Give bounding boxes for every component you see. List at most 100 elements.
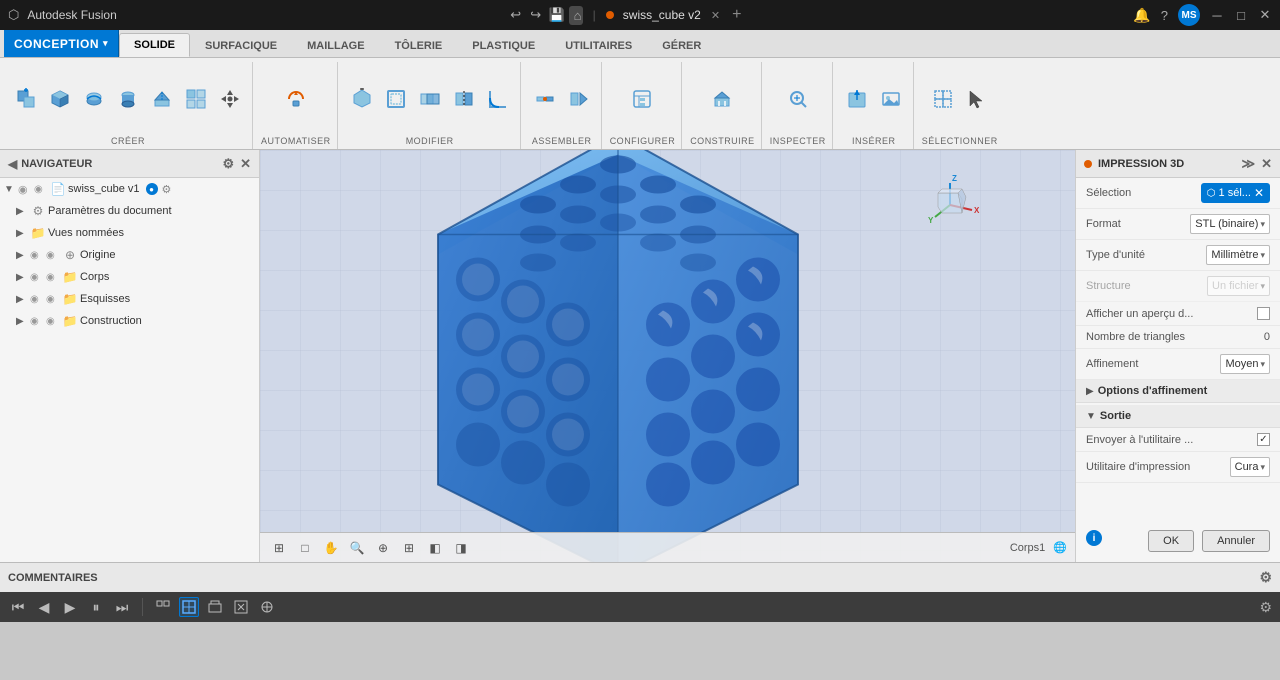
anim-play-btn[interactable]: ▶ [60, 599, 80, 616]
anim-prev-btn[interactable]: ◀ [34, 599, 54, 616]
view-btn-4[interactable] [231, 597, 251, 617]
redo-btn[interactable]: ↪ [529, 7, 543, 23]
combine-btn[interactable] [414, 83, 446, 115]
anim-last-btn[interactable]: ⏭ [112, 599, 132, 616]
viewport[interactable]: Z Y X [260, 150, 1075, 562]
analysis-btn[interactable]: ◨ [450, 537, 472, 559]
root-settings-icon[interactable]: ⚙ [162, 183, 172, 196]
tree-item-views[interactable]: ▶ 📁 Vues nommées [0, 222, 259, 244]
minimize-btn[interactable]: ─ [1210, 8, 1224, 23]
shell-btn[interactable] [380, 83, 412, 115]
save-btn[interactable]: 💾 [549, 7, 563, 23]
options-section-header[interactable]: ▶ Options d'affinement [1076, 380, 1280, 403]
view-btn-5[interactable] [257, 597, 277, 617]
config-btn[interactable] [626, 83, 658, 115]
orbit-btn[interactable]: ✋ [320, 537, 342, 559]
tree-item-origin[interactable]: ▶ ◉ ◉ ⊕ Origine [0, 244, 259, 266]
eye2-icon-construction[interactable]: ◉ [46, 316, 60, 327]
cylinder-btn[interactable] [112, 83, 144, 115]
gizmo[interactable]: Z Y X [915, 170, 985, 240]
revolve-btn[interactable] [78, 83, 110, 115]
undo-btn[interactable]: ↩ [509, 7, 523, 23]
tab-close-btn[interactable]: ✕ [711, 9, 720, 22]
eye2-icon-origin[interactable]: ◉ [46, 250, 60, 261]
tree-item-corps[interactable]: ▶ ◉ ◉ 📁 Corps [0, 266, 259, 288]
zoom-extent-btn[interactable]: ⊕ [372, 537, 394, 559]
view-btn-3[interactable] [205, 597, 225, 617]
split-btn[interactable] [448, 83, 480, 115]
eye-icon-esquisses[interactable]: ◉ [30, 294, 44, 305]
ok-button[interactable]: OK [1148, 530, 1194, 552]
select-btn[interactable] [927, 83, 959, 115]
eye-icon-corps[interactable]: ◉ [30, 272, 44, 283]
move-btn[interactable] [214, 83, 246, 115]
insert-btn[interactable] [841, 83, 873, 115]
ribbon-tab-tolerie[interactable]: TÔLERIE [380, 33, 458, 57]
panel-info-icon[interactable]: i [1086, 530, 1102, 546]
anim-settings-btn[interactable]: ⚙ [1259, 599, 1272, 616]
fillet-btn[interactable] [482, 83, 514, 115]
joint-btn[interactable] [529, 83, 561, 115]
eye-icon-origin[interactable]: ◉ [30, 250, 44, 261]
close-btn[interactable]: ✕ [1258, 7, 1272, 23]
solid-box-btn[interactable] [44, 83, 76, 115]
insert-image-btn[interactable] [875, 83, 907, 115]
eye-icon-construction[interactable]: ◉ [30, 316, 44, 327]
assemble-more-btn[interactable] [563, 83, 595, 115]
eye2-icon-corps[interactable]: ◉ [46, 272, 60, 283]
push-pull-btn[interactable] [346, 83, 378, 115]
ribbon-tab-plastique[interactable]: PLASTIQUE [457, 33, 550, 57]
ribbon-tab-utilitaires[interactable]: UTILITAIRES [550, 33, 647, 57]
badge-clear-btn[interactable]: ✕ [1254, 186, 1264, 200]
view-btn-1[interactable] [153, 597, 173, 617]
unit-select[interactable]: Millimètre ▾ [1206, 245, 1270, 265]
tree-item-construction[interactable]: ▶ ◉ ◉ 📁 Construction [0, 310, 259, 332]
format-select[interactable]: STL (binaire) ▾ [1190, 214, 1270, 234]
pattern-btn[interactable] [180, 83, 212, 115]
home-btn[interactable]: ⌂ [569, 6, 583, 25]
anim-pause-btn[interactable]: ⏸ [86, 599, 106, 616]
panel-expand-icon[interactable]: ≫ [1241, 156, 1255, 172]
grid-toggle-btn[interactable]: ⊞ [398, 537, 420, 559]
zoom-fit-btn[interactable]: 🔍 [346, 537, 368, 559]
tree-item-params[interactable]: ▶ ⚙ Paramètres du document [0, 200, 259, 222]
user-badge[interactable]: MS [1178, 4, 1200, 26]
eye2-icon-esquisses[interactable]: ◉ [46, 294, 60, 305]
record-btn[interactable]: ● [146, 183, 158, 195]
send-checkbox[interactable] [1257, 433, 1270, 446]
ribbon-tab-gerer[interactable]: GÉRER [647, 33, 716, 57]
eye-icon-root[interactable]: ◉ [18, 183, 32, 196]
view-front-btn[interactable]: □ [294, 537, 316, 559]
selection-badge[interactable]: ⬡ 1 sél... ✕ [1201, 183, 1270, 203]
tree-item-esquisses[interactable]: ▶ ◉ ◉ 📁 Esquisses [0, 288, 259, 310]
anim-first-btn[interactable]: ⏮ [8, 599, 28, 616]
view-home-btn[interactable]: ⊞ [268, 537, 290, 559]
earth-btn[interactable]: 🌐 [1053, 541, 1067, 554]
sortie-section-header[interactable]: ▼ Sortie [1076, 405, 1280, 428]
ribbon-tab-surfacique[interactable]: SURFACIQUE [190, 33, 292, 57]
comments-settings-icon[interactable]: ⚙ [1259, 569, 1272, 585]
eye2-icon-root[interactable]: ◉ [34, 184, 48, 195]
utility-select[interactable]: Cura ▾ [1230, 457, 1270, 477]
new-component-btn[interactable] [10, 83, 42, 115]
sidebar-collapse-icon[interactable]: ◀ [8, 157, 17, 171]
conception-dropdown[interactable]: CONCEPTION ▾ [4, 30, 119, 57]
auto-btn[interactable] [280, 83, 312, 115]
panel-close-icon[interactable]: ✕ [1261, 156, 1272, 172]
cursor-icon[interactable] [961, 83, 993, 115]
tab-add-btn[interactable]: + [732, 6, 741, 24]
maximize-btn[interactable]: □ [1234, 8, 1248, 23]
refinement-select[interactable]: Moyen ▾ [1220, 354, 1270, 374]
tree-item-root[interactable]: ▼ ◉ ◉ 📄 swiss_cube v1 ● ⚙ [0, 178, 259, 200]
sidebar-settings-icon[interactable]: ⚙ [222, 156, 234, 172]
inspect-btn[interactable] [782, 83, 814, 115]
extrude-btn[interactable] [146, 83, 178, 115]
ribbon-tab-maillage[interactable]: MAILLAGE [292, 33, 379, 57]
construct-btn[interactable] [706, 83, 738, 115]
sidebar-close-icon[interactable]: ✕ [240, 156, 251, 172]
preview-checkbox[interactable] [1257, 307, 1270, 320]
display-mode-btn[interactable]: ◧ [424, 537, 446, 559]
ribbon-tab-solide[interactable]: SOLIDE [119, 33, 190, 57]
cancel-button[interactable]: Annuler [1202, 530, 1270, 552]
view-btn-2[interactable] [179, 597, 199, 617]
